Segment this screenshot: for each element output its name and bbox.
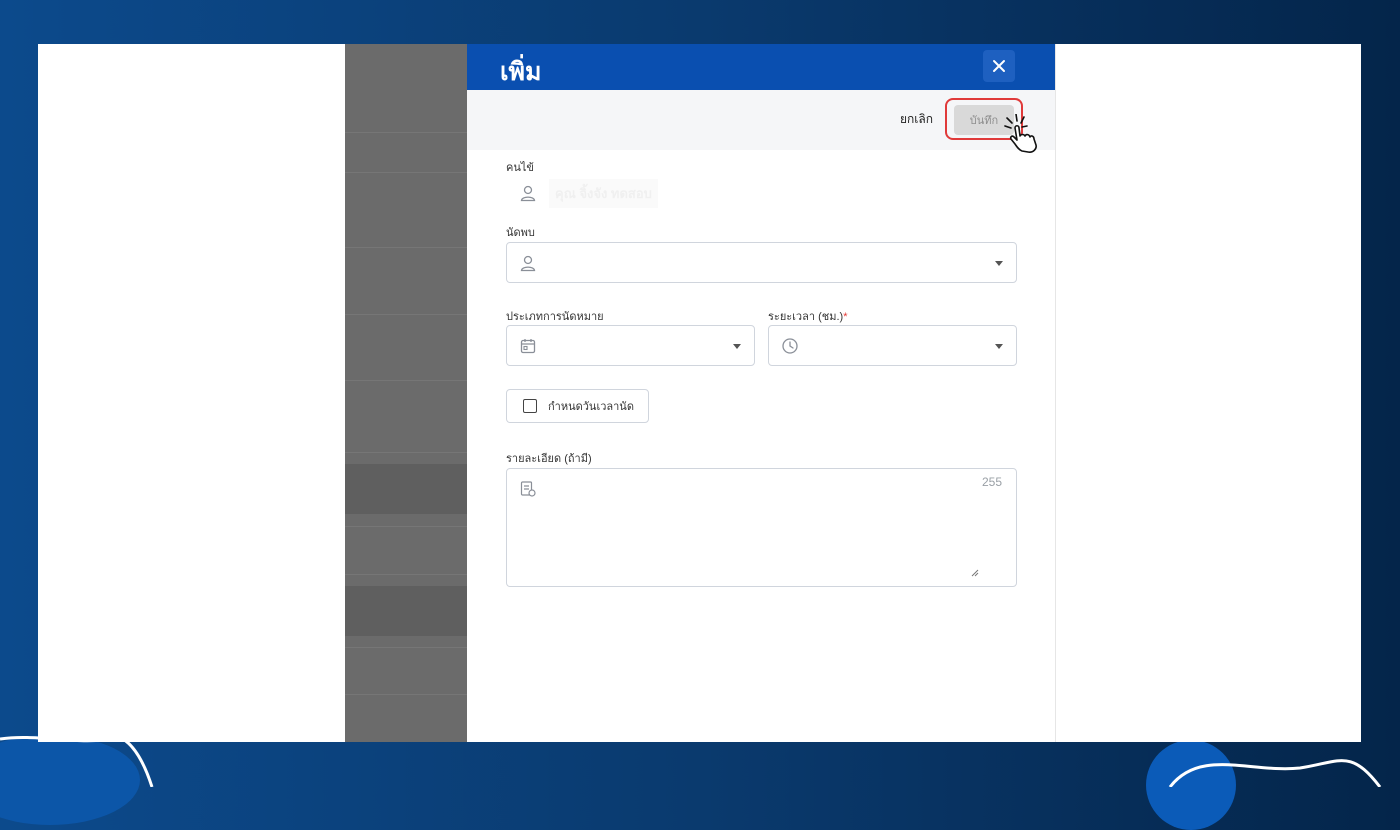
details-label: รายละเอียด (ถ้ามี) — [506, 453, 592, 465]
add-appointment-drawer: เพิ่ม ยกเลิก บันทึก คนไข้ คุณ จิ้งจัง ทด… — [467, 44, 1056, 742]
user-icon — [520, 185, 536, 202]
host-display: คุณ จิ้งจัง ทดสอบ — [506, 178, 700, 208]
host-name: คุณ จิ้งจัง ทดสอบ — [549, 178, 658, 208]
set-datetime-checkbox[interactable]: กำหนดวันเวลานัด — [506, 389, 649, 423]
details-textarea[interactable]: 255 — [506, 468, 1017, 587]
cancel-button[interactable]: ยกเลิก — [900, 110, 933, 129]
decorative-wave-left — [0, 735, 154, 787]
close-icon — [993, 60, 1005, 72]
meet-select[interactable] — [506, 242, 1017, 283]
app-frame: เพิ่ม ยกเลิก บันทึก คนไข้ คุณ จิ้งจัง ทด… — [38, 44, 1361, 742]
modal-backdrop[interactable] — [345, 44, 467, 742]
close-button[interactable] — [983, 50, 1015, 82]
checkbox-square[interactable] — [523, 399, 537, 413]
chevron-down-icon — [733, 344, 741, 349]
resize-handle-icon[interactable] — [971, 569, 979, 577]
duration-label: ระยะเวลา (ชม.)* — [768, 307, 847, 325]
document-note-icon — [520, 481, 536, 497]
appointment-type-label: ประเภทการนัดหมาย — [506, 311, 604, 323]
required-asterisk: * — [843, 311, 848, 323]
drawer-title: เพิ่ม — [500, 58, 542, 86]
chevron-down-icon — [995, 344, 1003, 349]
duration-select[interactable] — [768, 325, 1017, 366]
clock-icon — [782, 338, 798, 354]
decorative-wave-right — [1168, 759, 1382, 787]
duration-label-text: ระยะเวลา (ชม.) — [768, 311, 844, 323]
user-icon — [520, 255, 536, 272]
drawer-toolbar: ยกเลิก บันทึก — [467, 90, 1055, 153]
set-datetime-label: กำหนดวันเวลานัด — [548, 401, 634, 413]
calendar-icon — [520, 339, 536, 354]
host-label: คนไข้ — [506, 162, 534, 174]
meet-label: นัดพบ — [506, 227, 535, 239]
pointer-hand-icon — [1004, 114, 1037, 153]
character-counter: 255 — [981, 475, 1002, 489]
drawer-header: เพิ่ม — [467, 44, 1055, 90]
chevron-down-icon — [995, 261, 1003, 266]
appointment-type-select[interactable] — [506, 325, 755, 366]
